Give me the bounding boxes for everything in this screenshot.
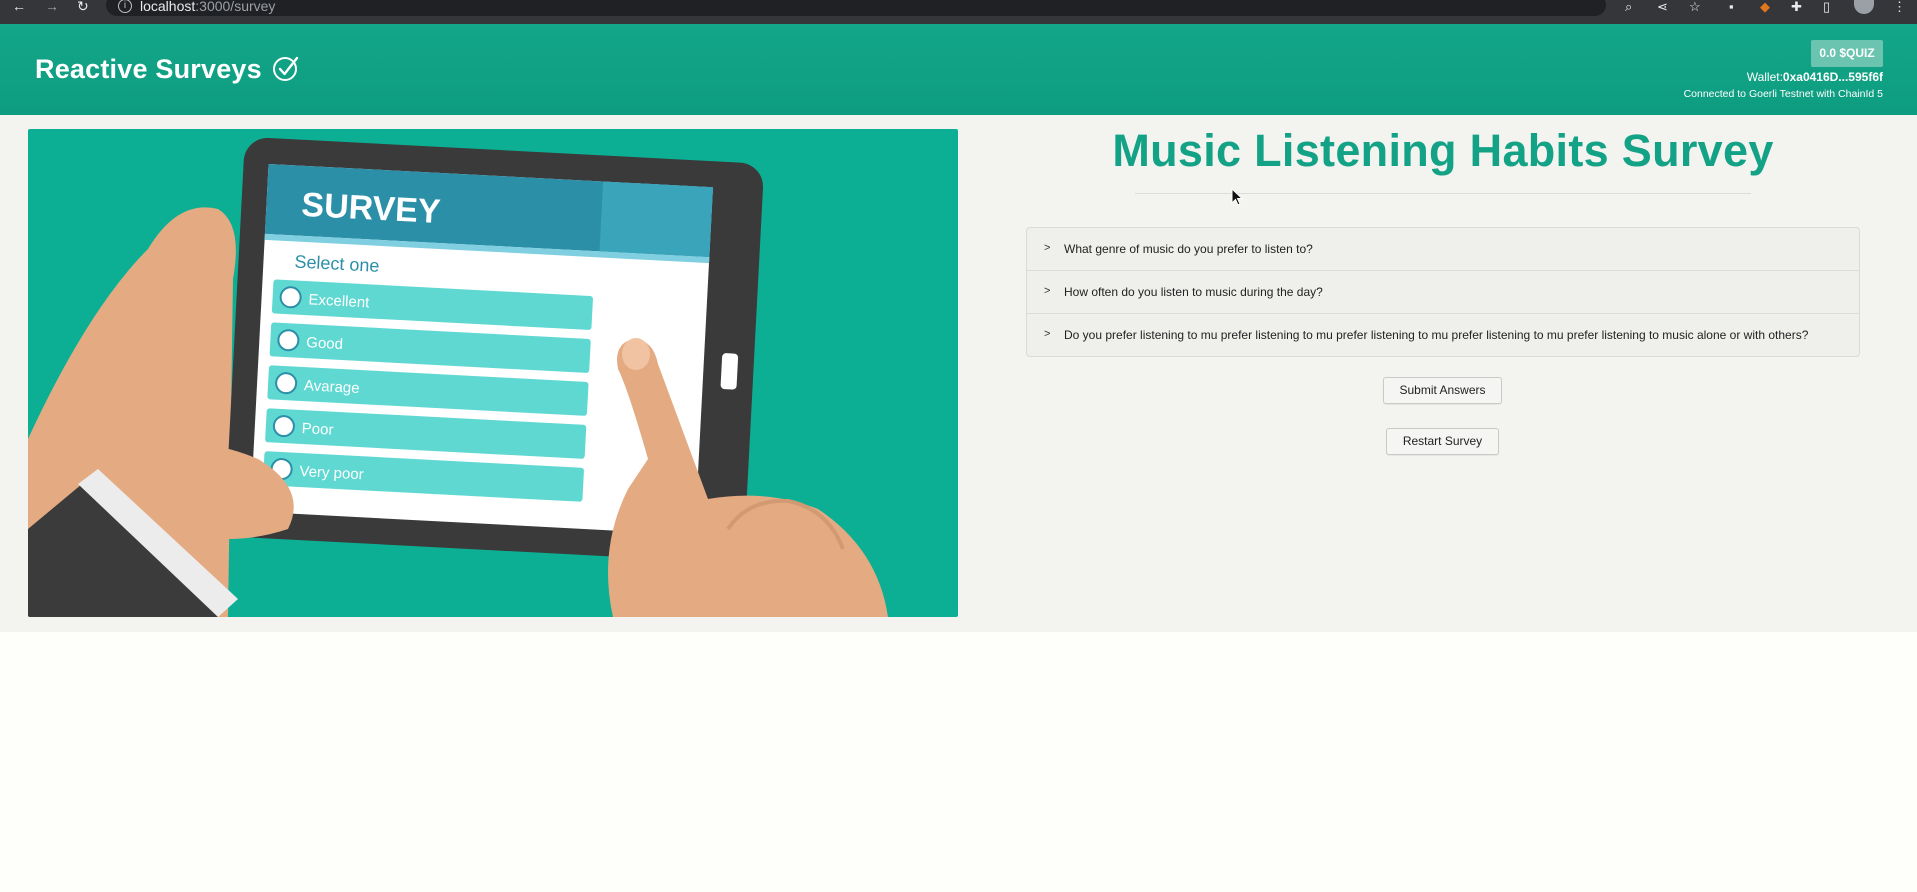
tablet-illustration: SURVEY Select one Excellent Good Avarage…: [28, 137, 888, 617]
wallet-info: Wallet:0xa0416D...595f6f: [1747, 70, 1883, 84]
submit-answers-button[interactable]: Submit Answers: [1383, 377, 1502, 404]
hero-option: Very poor: [299, 463, 364, 483]
question-item[interactable]: > What genre of music do you prefer to l…: [1027, 228, 1859, 271]
hero-option: Good: [306, 334, 344, 353]
hero-option: Avarage: [304, 377, 360, 397]
chevron-right-icon: >: [1044, 285, 1051, 297]
question-text: What genre of music do you prefer to lis…: [1064, 242, 1313, 256]
hero-option-list: Excellent Good Avarage Poor Very poor: [262, 279, 593, 502]
question-text: Do you prefer listening to mu prefer lis…: [1064, 328, 1809, 342]
title-divider: [1135, 193, 1751, 194]
hero-screen-title: SURVEY: [300, 186, 441, 231]
token-balance-badge[interactable]: 0.0 $QUIZ: [1811, 40, 1883, 67]
hero-option: Excellent: [308, 291, 371, 311]
survey-title: Music Listening Habits Survey: [1112, 125, 1774, 176]
extension-icon[interactable]: ▪: [1729, 0, 1734, 13]
mouse-cursor-icon: [1231, 188, 1243, 206]
hero-option: Poor: [301, 420, 334, 439]
sidepanel-icon[interactable]: ▯: [1823, 0, 1830, 13]
app-title-text: Reactive Surveys: [35, 54, 262, 84]
zoom-icon[interactable]: ⌕: [1625, 0, 1632, 13]
metamask-icon[interactable]: ◆: [1760, 0, 1770, 13]
url-host: localhost: [140, 0, 196, 14]
chevron-right-icon: >: [1044, 242, 1051, 254]
survey-illustration: SURVEY Select one Excellent Good Avarage…: [28, 129, 958, 617]
share-icon[interactable]: ⋖: [1657, 0, 1668, 13]
browser-toolbar: ← → ↻ i localhost:3000/survey ⌕ ⋖ ☆ ▪ ◆ …: [0, 0, 1917, 24]
wallet-label: Wallet:: [1746, 70, 1783, 84]
restart-survey-button[interactable]: Restart Survey: [1386, 428, 1499, 455]
url-path: :3000/survey: [195, 0, 276, 14]
arrow-right-icon[interactable]: →: [45, 0, 59, 14]
reload-icon[interactable]: ↻: [77, 0, 89, 14]
app-title[interactable]: Reactive Surveys: [35, 54, 300, 85]
address-bar[interactable]: i localhost:3000/survey: [106, 0, 1606, 16]
url-text: localhost:3000/survey: [140, 0, 275, 13]
app-header: Reactive Surveys 0.0 $QUIZ Wallet:0xa041…: [0, 24, 1917, 115]
arrow-left-icon[interactable]: ←: [12, 0, 26, 14]
check-circle-icon: [272, 56, 298, 81]
puzzle-icon[interactable]: ✚: [1791, 0, 1802, 13]
menu-kebab-icon[interactable]: ⋮: [1893, 0, 1906, 13]
question-accordion: > What genre of music do you prefer to l…: [1026, 227, 1860, 357]
question-item[interactable]: > How often do you listen to music durin…: [1027, 271, 1859, 314]
chevron-right-icon: >: [1044, 328, 1051, 340]
main-content: SURVEY Select one Excellent Good Avarage…: [0, 115, 1917, 632]
question-item[interactable]: > Do you prefer listening to mu prefer l…: [1027, 314, 1859, 356]
question-text: How often do you listen to music during …: [1064, 285, 1323, 299]
wallet-address: 0xa0416D...595f6f: [1782, 70, 1883, 84]
star-icon[interactable]: ☆: [1689, 0, 1701, 13]
profile-avatar[interactable]: [1854, 0, 1874, 14]
site-info-icon[interactable]: i: [118, 0, 132, 13]
network-status: Connected to Goerli Testnet with ChainId…: [1683, 88, 1883, 100]
